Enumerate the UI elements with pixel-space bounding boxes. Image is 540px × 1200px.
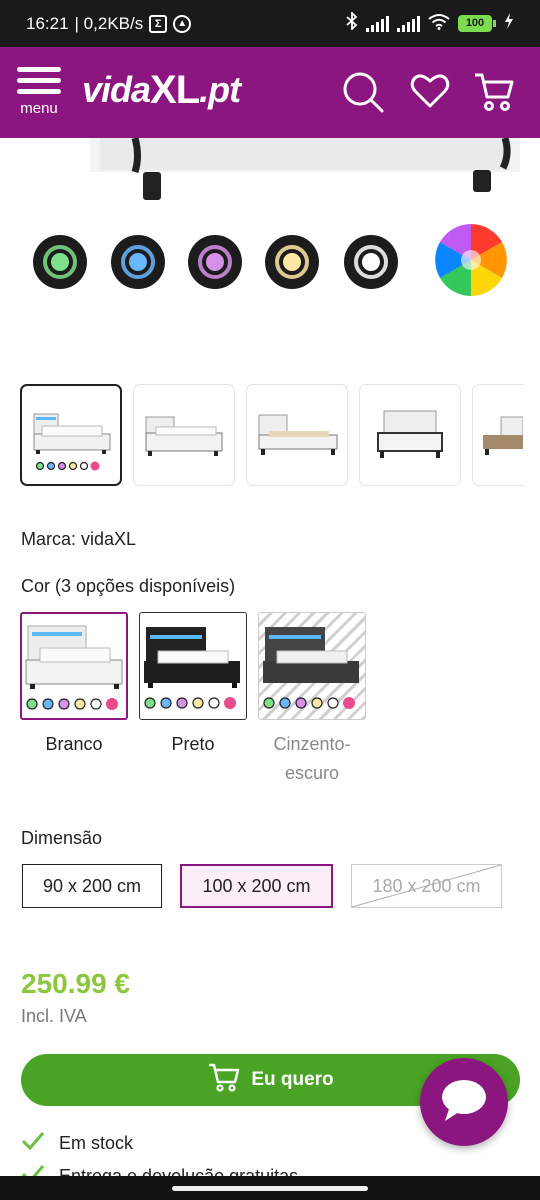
cell-signal-icon [366, 15, 389, 32]
wifi-icon [428, 13, 450, 35]
checkmark-icon [21, 1130, 45, 1157]
color-option-branco[interactable]: Branco [20, 612, 128, 788]
dimension-options: 90 x 200 cm 100 x 200 cm 180 x 200 cm [22, 864, 522, 908]
logo-text: vida [82, 69, 151, 110]
menu-label: menu [20, 100, 58, 117]
thumbnail-4[interactable] [359, 384, 461, 486]
logo-mark: XL [150, 67, 200, 112]
rgb-wheel-icon [435, 224, 507, 296]
color-heading: Cor (3 opções disponíveis) [21, 576, 236, 596]
led-colors [33, 235, 398, 289]
thumbnail-2[interactable] [133, 384, 235, 486]
product-price: 250.99 € [21, 968, 130, 999]
color-option-cinzento-escuro[interactable]: Cinzento-escuro [258, 612, 366, 788]
system-nav-bar [0, 1176, 540, 1200]
color-option-preto[interactable]: Preto [139, 612, 247, 788]
app-notification-icon: ▲ [173, 14, 192, 33]
brand-line: Marca: vidaXL [21, 529, 137, 549]
product-main-image[interactable] [0, 136, 540, 360]
cell-signal-2-icon [397, 15, 420, 32]
thumbnail-3[interactable] [246, 384, 348, 486]
network-speed: | 0,2KB/s [74, 13, 144, 33]
wishlist-heart-icon[interactable] [408, 69, 454, 115]
home-gesture-pill[interactable] [172, 1186, 368, 1191]
battery-level: 100 [458, 15, 492, 32]
bluetooth-icon [346, 10, 358, 35]
color-name: Cinzento-escuro [273, 734, 351, 783]
charging-icon [504, 13, 514, 34]
buy-label: Eu quero [251, 1069, 334, 1090]
dimension-100x200[interactable]: 100 x 200 cm [180, 864, 333, 908]
unavailable-strike [352, 865, 501, 907]
perk-text: Em stock [59, 1133, 134, 1153]
color-swatch-image [20, 612, 128, 720]
vat-note: Incl. IVA [21, 1006, 87, 1026]
dimension-heading: Dimensão [21, 828, 103, 848]
sigma-app-icon: Σ [149, 14, 168, 33]
thumbnail-5[interactable] [472, 384, 524, 486]
color-swatch-image [258, 612, 366, 720]
search-icon[interactable] [340, 69, 386, 115]
thumbnail-strip[interactable] [20, 384, 524, 490]
dimension-180x200[interactable]: 180 x 200 cm [351, 864, 502, 908]
color-options: Branco Preto Cinzento-escuro [20, 612, 366, 788]
dimension-90x200[interactable]: 90 x 200 cm [22, 864, 162, 908]
chat-button[interactable] [420, 1058, 508, 1146]
chat-bubble-icon [439, 1077, 489, 1128]
app-screen: 16:21 | 0,2KB/s Σ ▲ 100 menu vida XL .pt… [0, 0, 540, 1200]
thumbnail-1[interactable] [20, 384, 122, 486]
color-name: Preto [171, 734, 215, 754]
cart-icon[interactable] [472, 69, 518, 115]
battery-icon: 100 [458, 15, 496, 32]
hamburger-icon [17, 67, 63, 94]
color-swatch-image [139, 612, 247, 720]
status-time: 16:21 [26, 13, 69, 33]
status-bar: 16:21 | 0,2KB/s Σ ▲ 100 [0, 0, 540, 47]
site-logo[interactable]: vida XL .pt [82, 65, 241, 115]
color-name: Branco [45, 734, 103, 754]
perk-in-stock: Em stock [21, 1130, 133, 1157]
menu-button[interactable]: menu [17, 67, 63, 127]
cart-icon [207, 1062, 241, 1098]
logo-domain: .pt [199, 69, 241, 110]
site-header: menu vida XL .pt [0, 47, 540, 138]
